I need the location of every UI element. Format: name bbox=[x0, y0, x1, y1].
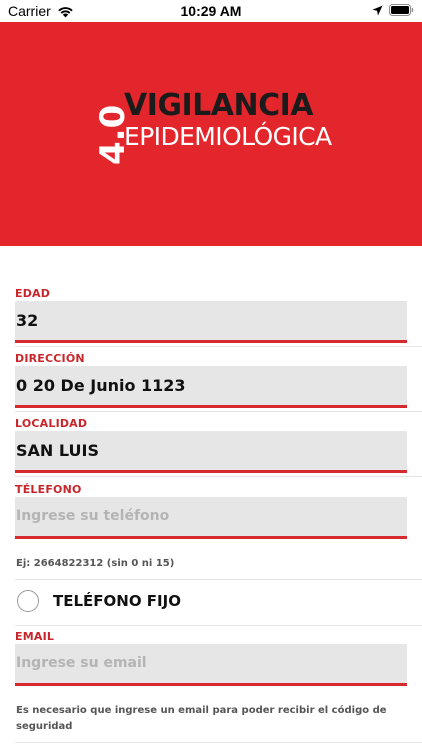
localidad-value: SAN LUIS bbox=[16, 441, 99, 460]
edad-label: EDAD bbox=[15, 287, 51, 300]
edad-input[interactable]: 32 bbox=[15, 301, 407, 343]
telefono-fijo-row[interactable]: TELÉFONO FIJO bbox=[15, 579, 407, 625]
email-hint: Es necesario que ingrese un email para p… bbox=[16, 705, 387, 732]
location-arrow-icon bbox=[372, 5, 383, 15]
status-bar-right bbox=[372, 4, 414, 16]
direccion-input[interactable]: 0 20 De Junio 1123 bbox=[15, 366, 407, 408]
status-bar-time: 10:29 AM bbox=[180, 3, 242, 19]
logo-title-line2: EPIDEMIOLÓGICA bbox=[124, 122, 332, 151]
divider bbox=[15, 476, 422, 477]
divider bbox=[15, 346, 422, 347]
edad-value: 32 bbox=[16, 311, 39, 330]
direccion-label: DIRECCIÓN bbox=[15, 352, 85, 365]
logo-title-line1: VIGILANCIA bbox=[124, 88, 314, 123]
header-banner: 4.0 VIGILANCIA EPIDEMIOLÓGICA bbox=[0, 22, 422, 246]
email-label: EMAIL bbox=[15, 630, 55, 643]
email-input[interactable]: Ingrese su email bbox=[15, 644, 407, 686]
divider bbox=[15, 742, 422, 743]
status-bar: Carrier 10:29 AM bbox=[0, 0, 422, 22]
telefono-label: TÉLEFONO bbox=[15, 483, 82, 496]
telefono-input[interactable]: Ingrese su teléfono bbox=[15, 497, 407, 539]
battery-icon bbox=[389, 4, 414, 16]
divider bbox=[15, 411, 422, 412]
telefono-placeholder: Ingrese su teléfono bbox=[16, 508, 170, 524]
telefono-hint: Ej: 2664822312 (sin 0 ni 15) bbox=[16, 558, 175, 569]
divider bbox=[15, 625, 422, 626]
email-placeholder: Ingrese su email bbox=[16, 655, 147, 671]
telefono-fijo-checkbox[interactable] bbox=[17, 590, 39, 612]
direccion-value: 0 20 De Junio 1123 bbox=[16, 376, 186, 395]
localidad-label: LOCALIDAD bbox=[15, 417, 88, 430]
telefono-fijo-label: TELÉFONO FIJO bbox=[53, 592, 181, 610]
localidad-input[interactable]: SAN LUIS bbox=[15, 431, 407, 473]
app-logo: 4.0 VIGILANCIA EPIDEMIOLÓGICA bbox=[88, 88, 348, 178]
